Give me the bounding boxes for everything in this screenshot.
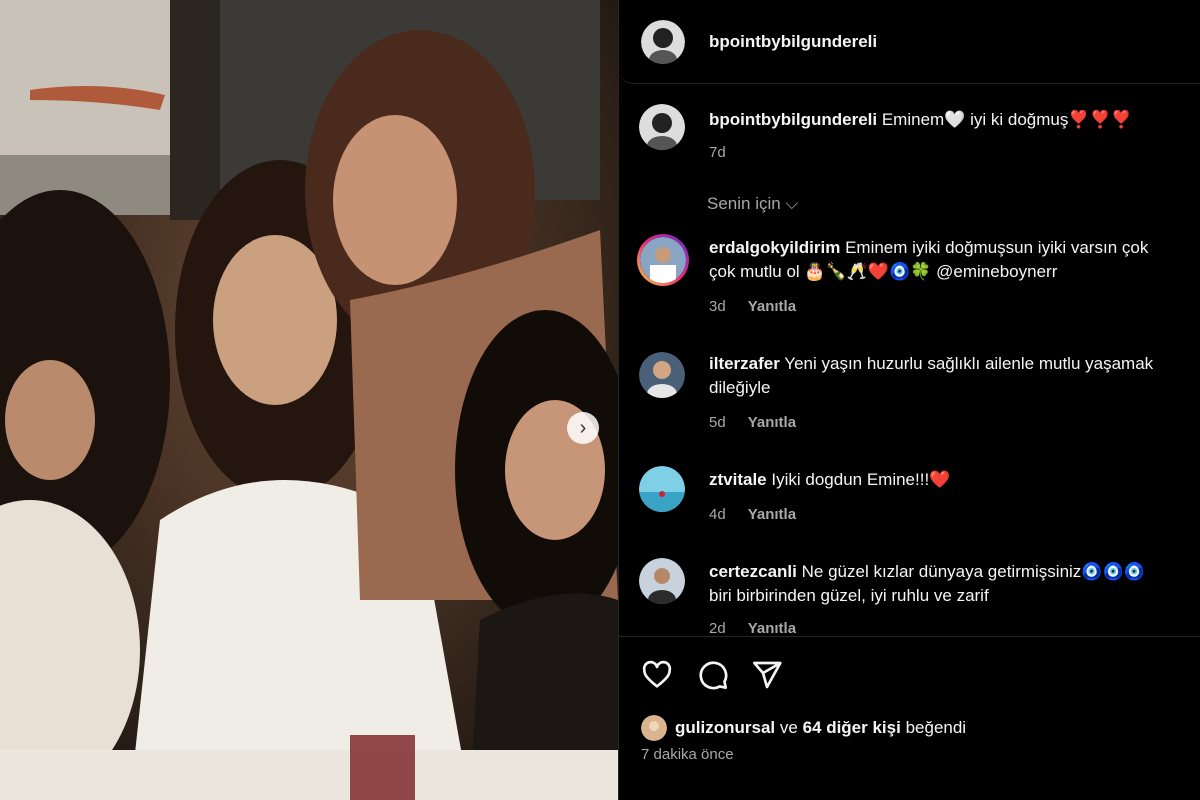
comment-body-line2: çok mutlu ol 🎂🍾🥂❤️🧿🍀 @emineboynerr (709, 262, 1058, 281)
comment-username[interactable]: certezcanli (709, 562, 797, 581)
comment-body-line2: biri birbirinden güzel, iyi ruhlu ve zar… (709, 586, 989, 605)
likes-count[interactable]: 64 diğer kişi (803, 718, 901, 738)
comment-text: erdalgokyildirim Eminem iyiki doğmuşsun … (709, 236, 1200, 284)
owner-username[interactable]: bpointbybilgundereli (709, 32, 877, 52)
chevron-right-icon[interactable]: › (567, 412, 599, 444)
comment-text: ztvitale Iyiki dogdun Emine!!!❤️ (709, 468, 1200, 492)
post-time: 7 dakika önce (641, 746, 734, 763)
comment-avatar[interactable] (637, 234, 689, 286)
likes-connector: ve (779, 718, 798, 737)
reply-button[interactable]: Yanıtla (748, 620, 796, 637)
likes-summary: gulizonursal ve 64 diğer kişi beğendi (641, 715, 966, 741)
comment-body-line1: Eminem iyiki doğmuşsun iyiki varsın çok (845, 238, 1149, 257)
comment-meta: 2d Yanıtla (709, 620, 796, 637)
caption-username[interactable]: bpointbybilgundereli (709, 110, 877, 129)
comment-body-line1: Iyiki dogdun Emine!!!❤️ (771, 470, 951, 489)
comment-item: erdalgokyildirim Eminem iyiki doğmuşsun … (619, 234, 1200, 324)
reply-button[interactable]: Yanıtla (748, 506, 796, 523)
comment-body-line1: Ne güzel kızlar dünyaya getirmişsiniz🧿🧿🧿 (801, 562, 1145, 581)
reply-button[interactable]: Yanıtla (748, 298, 796, 315)
reply-button[interactable]: Yanıtla (748, 414, 796, 431)
comment-avatar[interactable] (639, 466, 685, 512)
comment-age: 4d (709, 506, 726, 523)
comment-item: ilterzafer Yeni yaşın huzurlu sağlıklı a… (619, 350, 1200, 440)
liker-username[interactable]: gulizonursal (675, 718, 775, 738)
caption-meta: 7d (709, 144, 726, 161)
comment-text: ilterzafer Yeni yaşın huzurlu sağlıklı a… (709, 352, 1200, 400)
heart-icon[interactable] (641, 659, 673, 691)
caption-avatar[interactable] (639, 104, 685, 150)
comment-age: 5d (709, 414, 726, 431)
post-actions: gulizonursal ve 64 diğer kişi beğendi 7 … (619, 636, 1200, 800)
comment-age: 2d (709, 620, 726, 637)
post-header: bpointbybilgundereli (619, 0, 1200, 84)
comment-username[interactable]: ilterzafer (709, 354, 780, 373)
comment-age: 3d (709, 298, 726, 315)
comment-meta: 3d Yanıtla (709, 298, 796, 315)
comment-filter-dropdown[interactable]: Senin için ⌵ (707, 194, 798, 214)
comment-item: ztvitale Iyiki dogdun Emine!!!❤️ 4d Yanı… (619, 466, 1200, 536)
comment-meta: 4d Yanıtla (709, 506, 796, 523)
comment-item: certezcanli Ne güzel kızlar dünyaya geti… (619, 556, 1200, 637)
post-photo: › (0, 0, 618, 800)
post-side-panel: bpointbybilgundereli bpointbybilgunderel… (618, 0, 1200, 800)
caption-text: bpointbybilgundereli Eminem🤍 iyi ki doğm… (709, 108, 1200, 132)
comment-avatar[interactable] (639, 352, 685, 398)
photo-image (0, 0, 618, 800)
likes-suffix: beğendi (905, 718, 967, 737)
caption-body: Eminem🤍 iyi ki doğmuş❣️❣️❣️ (881, 110, 1132, 129)
comment-body-line2: dileğiyle (709, 378, 771, 397)
caption-row: bpointbybilgundereli Eminem🤍 iyi ki doğm… (619, 104, 1200, 174)
liker-avatar[interactable] (641, 715, 667, 741)
send-icon[interactable] (751, 659, 783, 691)
comment-username[interactable]: ztvitale (709, 470, 767, 489)
comment-username[interactable]: erdalgokyildirim (709, 238, 840, 257)
comment-text: certezcanli Ne güzel kızlar dünyaya geti… (709, 560, 1200, 608)
comment-icon[interactable] (697, 659, 729, 691)
comment-body-line1: Yeni yaşın huzurlu sağlıklı ailenle mutl… (784, 354, 1154, 373)
comment-avatar[interactable] (639, 558, 685, 604)
owner-avatar[interactable] (641, 19, 685, 64)
comment-meta: 5d Yanıtla (709, 414, 796, 431)
caption-age: 7d (709, 144, 726, 161)
